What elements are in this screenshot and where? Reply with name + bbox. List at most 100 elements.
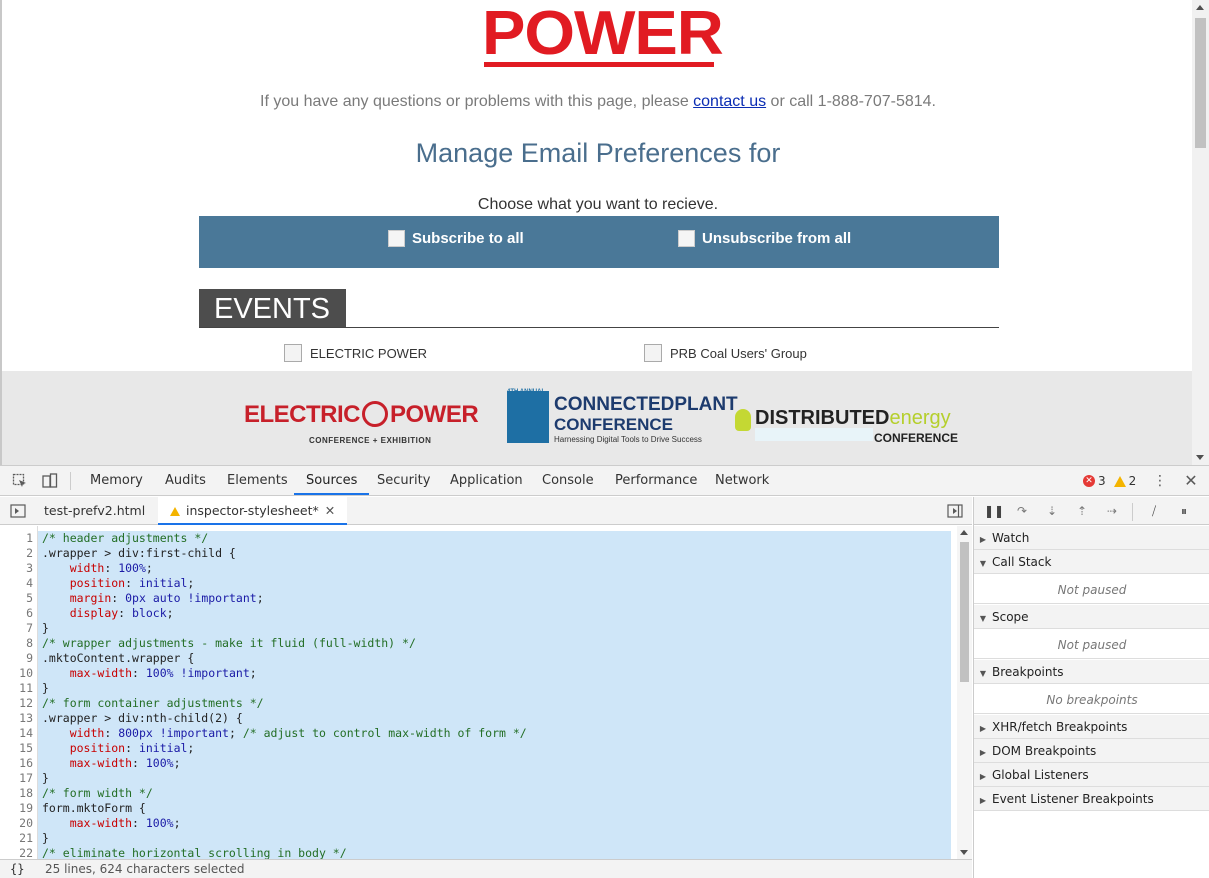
code-line[interactable]: .wrapper > div:first-child { <box>42 546 236 561</box>
code-line[interactable]: /* eliminate horizontal scrolling in bod… <box>42 846 347 859</box>
section-global-listeners[interactable]: ▶ Global Listeners <box>974 763 1209 787</box>
line-number[interactable]: 20 <box>0 816 33 831</box>
section-breakpoints[interactable]: ▼ Breakpoints <box>974 660 1209 684</box>
line-number[interactable]: 15 <box>0 741 33 756</box>
line-number[interactable]: 21 <box>0 831 33 846</box>
contact-us-link[interactable]: contact us <box>693 93 766 110</box>
tab-security[interactable]: Security <box>365 466 442 495</box>
section-dom-breakpoints[interactable]: ▶ DOM Breakpoints <box>974 739 1209 763</box>
line-number[interactable]: 5 <box>0 591 33 606</box>
step-out-icon[interactable]: ⇡ <box>1074 503 1090 519</box>
event-option-prb-coal[interactable]: PRB Coal Users' Group <box>644 344 807 362</box>
line-number[interactable]: 8 <box>0 636 33 651</box>
section-event-listener-breakpoints[interactable]: ▶ Event Listener Breakpoints <box>974 787 1209 811</box>
code-line[interactable]: position: initial; <box>42 576 195 591</box>
step-over-icon[interactable]: ↷ <box>1014 503 1030 519</box>
code-line[interactable]: } <box>42 621 49 636</box>
code-line[interactable]: /* wrapper adjustments - make it fluid (… <box>42 636 416 651</box>
tab-application[interactable]: Application <box>438 466 535 495</box>
code-selection-area[interactable]: /* header adjustments */.wrapper > div:f… <box>38 531 951 859</box>
step-into-icon[interactable]: ⇣ <box>1044 503 1060 519</box>
code-editor[interactable]: 1 2 3 4 5 6 7 8 9 10 11 12 13 14 15 16 17 18 19 20 21 22 /* h… <box>0 526 972 859</box>
scroll-up-icon[interactable] <box>960 530 968 535</box>
section-call-stack[interactable]: ▼ Call Stack <box>974 550 1209 574</box>
distributed-energy-logo[interactable]: DISTRIBUTEDenergy <box>755 407 951 430</box>
code-line[interactable]: } <box>42 681 49 696</box>
line-number[interactable]: 22 <box>0 846 33 859</box>
code-line[interactable]: display: block; <box>42 606 174 621</box>
line-number[interactable]: 7 <box>0 621 33 636</box>
electric-power-logo[interactable]: ELECTRIC POWER <box>244 401 479 429</box>
scrollbar-thumb[interactable] <box>1195 18 1206 148</box>
code-line[interactable]: max-width: 100%; <box>42 816 181 831</box>
code-line[interactable]: form.mktoForm { <box>42 801 146 816</box>
pause-icon[interactable]: ❚❚ <box>984 503 1004 519</box>
more-options-icon[interactable]: ⋮ <box>1152 473 1168 489</box>
device-toolbar-icon[interactable] <box>42 473 58 489</box>
code-line[interactable]: position: initial; <box>42 741 195 756</box>
toggle-debugger-icon[interactable] <box>947 503 963 519</box>
code-line[interactable]: max-width: 100%; <box>42 756 181 771</box>
line-number[interactable]: 6 <box>0 606 33 621</box>
close-devtools-icon[interactable]: ✕ <box>1183 473 1199 489</box>
line-number[interactable]: 11 <box>0 681 33 696</box>
line-number[interactable]: 18 <box>0 786 33 801</box>
tab-performance[interactable]: Performance <box>603 466 709 495</box>
close-tab-icon[interactable]: ✕ <box>325 503 335 518</box>
step-icon[interactable]: ⇢ <box>1104 503 1120 519</box>
event-checkbox[interactable] <box>284 344 302 362</box>
power-logo[interactable]: POWER <box>482 3 724 68</box>
toggle-navigator-icon[interactable] <box>10 503 26 519</box>
tab-memory[interactable]: Memory <box>78 466 155 495</box>
line-number[interactable]: 12 <box>0 696 33 711</box>
line-number[interactable]: 10 <box>0 666 33 681</box>
code-line[interactable]: max-width: 100% !important; <box>42 666 257 681</box>
tab-sources[interactable]: Sources <box>294 466 370 495</box>
line-number[interactable]: 4 <box>0 576 33 591</box>
line-number[interactable]: 1 <box>0 531 33 546</box>
code-line[interactable]: /* header adjustments */ <box>42 531 208 546</box>
line-number[interactable]: 14 <box>0 726 33 741</box>
section-scope[interactable]: ▼ Scope <box>974 605 1209 629</box>
pause-on-exceptions-icon[interactable]: ⏸ <box>1176 503 1192 519</box>
tab-network[interactable]: Network <box>703 466 781 495</box>
issues-counter[interactable]: ✕ 3 2 <box>1083 474 1136 488</box>
code-line[interactable]: } <box>42 831 49 846</box>
deactivate-breakpoints-icon[interactable]: ⧸ <box>1146 503 1162 519</box>
event-checkbox[interactable] <box>644 344 662 362</box>
inspect-element-icon[interactable] <box>12 473 28 489</box>
code-line[interactable]: /* form width */ <box>42 786 153 801</box>
section-xhr-fetch-breakpoints[interactable]: ▶ XHR/fetch Breakpoints <box>974 715 1209 739</box>
code-line[interactable]: width: 100%; <box>42 561 153 576</box>
line-number[interactable]: 9 <box>0 651 33 666</box>
code-line[interactable]: /* form container adjustments */ <box>42 696 264 711</box>
code-line[interactable]: margin: 0px auto !important; <box>42 591 264 606</box>
tab-console[interactable]: Console <box>530 466 606 495</box>
tab-audits[interactable]: Audits <box>153 466 218 495</box>
tab-elements[interactable]: Elements <box>215 466 300 495</box>
line-number[interactable]: 17 <box>0 771 33 786</box>
line-number[interactable]: 19 <box>0 801 33 816</box>
code-line[interactable]: .mktoContent.wrapper { <box>42 651 194 666</box>
file-tab-html[interactable]: test-prefv2.html <box>32 497 157 525</box>
unsubscribe-all-option[interactable]: Unsubscribe from all <box>678 230 851 247</box>
unsubscribe-all-checkbox[interactable] <box>678 230 695 247</box>
file-tab-stylesheet[interactable]: inspector-stylesheet* ✕ <box>158 497 348 525</box>
subscribe-all-option[interactable]: Subscribe to all <box>388 230 524 247</box>
line-number[interactable]: 13 <box>0 711 33 726</box>
scroll-down-icon[interactable] <box>1196 455 1204 460</box>
scrollbar-thumb[interactable] <box>960 542 969 682</box>
line-number[interactable]: 16 <box>0 756 33 771</box>
code-line[interactable]: width: 800px !important; /* adjust to co… <box>42 726 527 741</box>
scroll-up-icon[interactable] <box>1196 5 1204 10</box>
subscribe-all-checkbox[interactable] <box>388 230 405 247</box>
pretty-print-icon[interactable]: {} <box>10 860 24 878</box>
line-number[interactable]: 3 <box>0 561 33 576</box>
line-number[interactable]: 2 <box>0 546 33 561</box>
editor-scrollbar[interactable] <box>957 526 972 859</box>
code-line[interactable]: .wrapper > div:nth-child(2) { <box>42 711 243 726</box>
code-line[interactable]: } <box>42 771 49 786</box>
cp-logo-main[interactable]: CONNECTEDPLANT <box>554 394 738 416</box>
event-option-electric-power[interactable]: ELECTRIC POWER <box>284 344 427 362</box>
page-scrollbar[interactable] <box>1192 0 1209 465</box>
